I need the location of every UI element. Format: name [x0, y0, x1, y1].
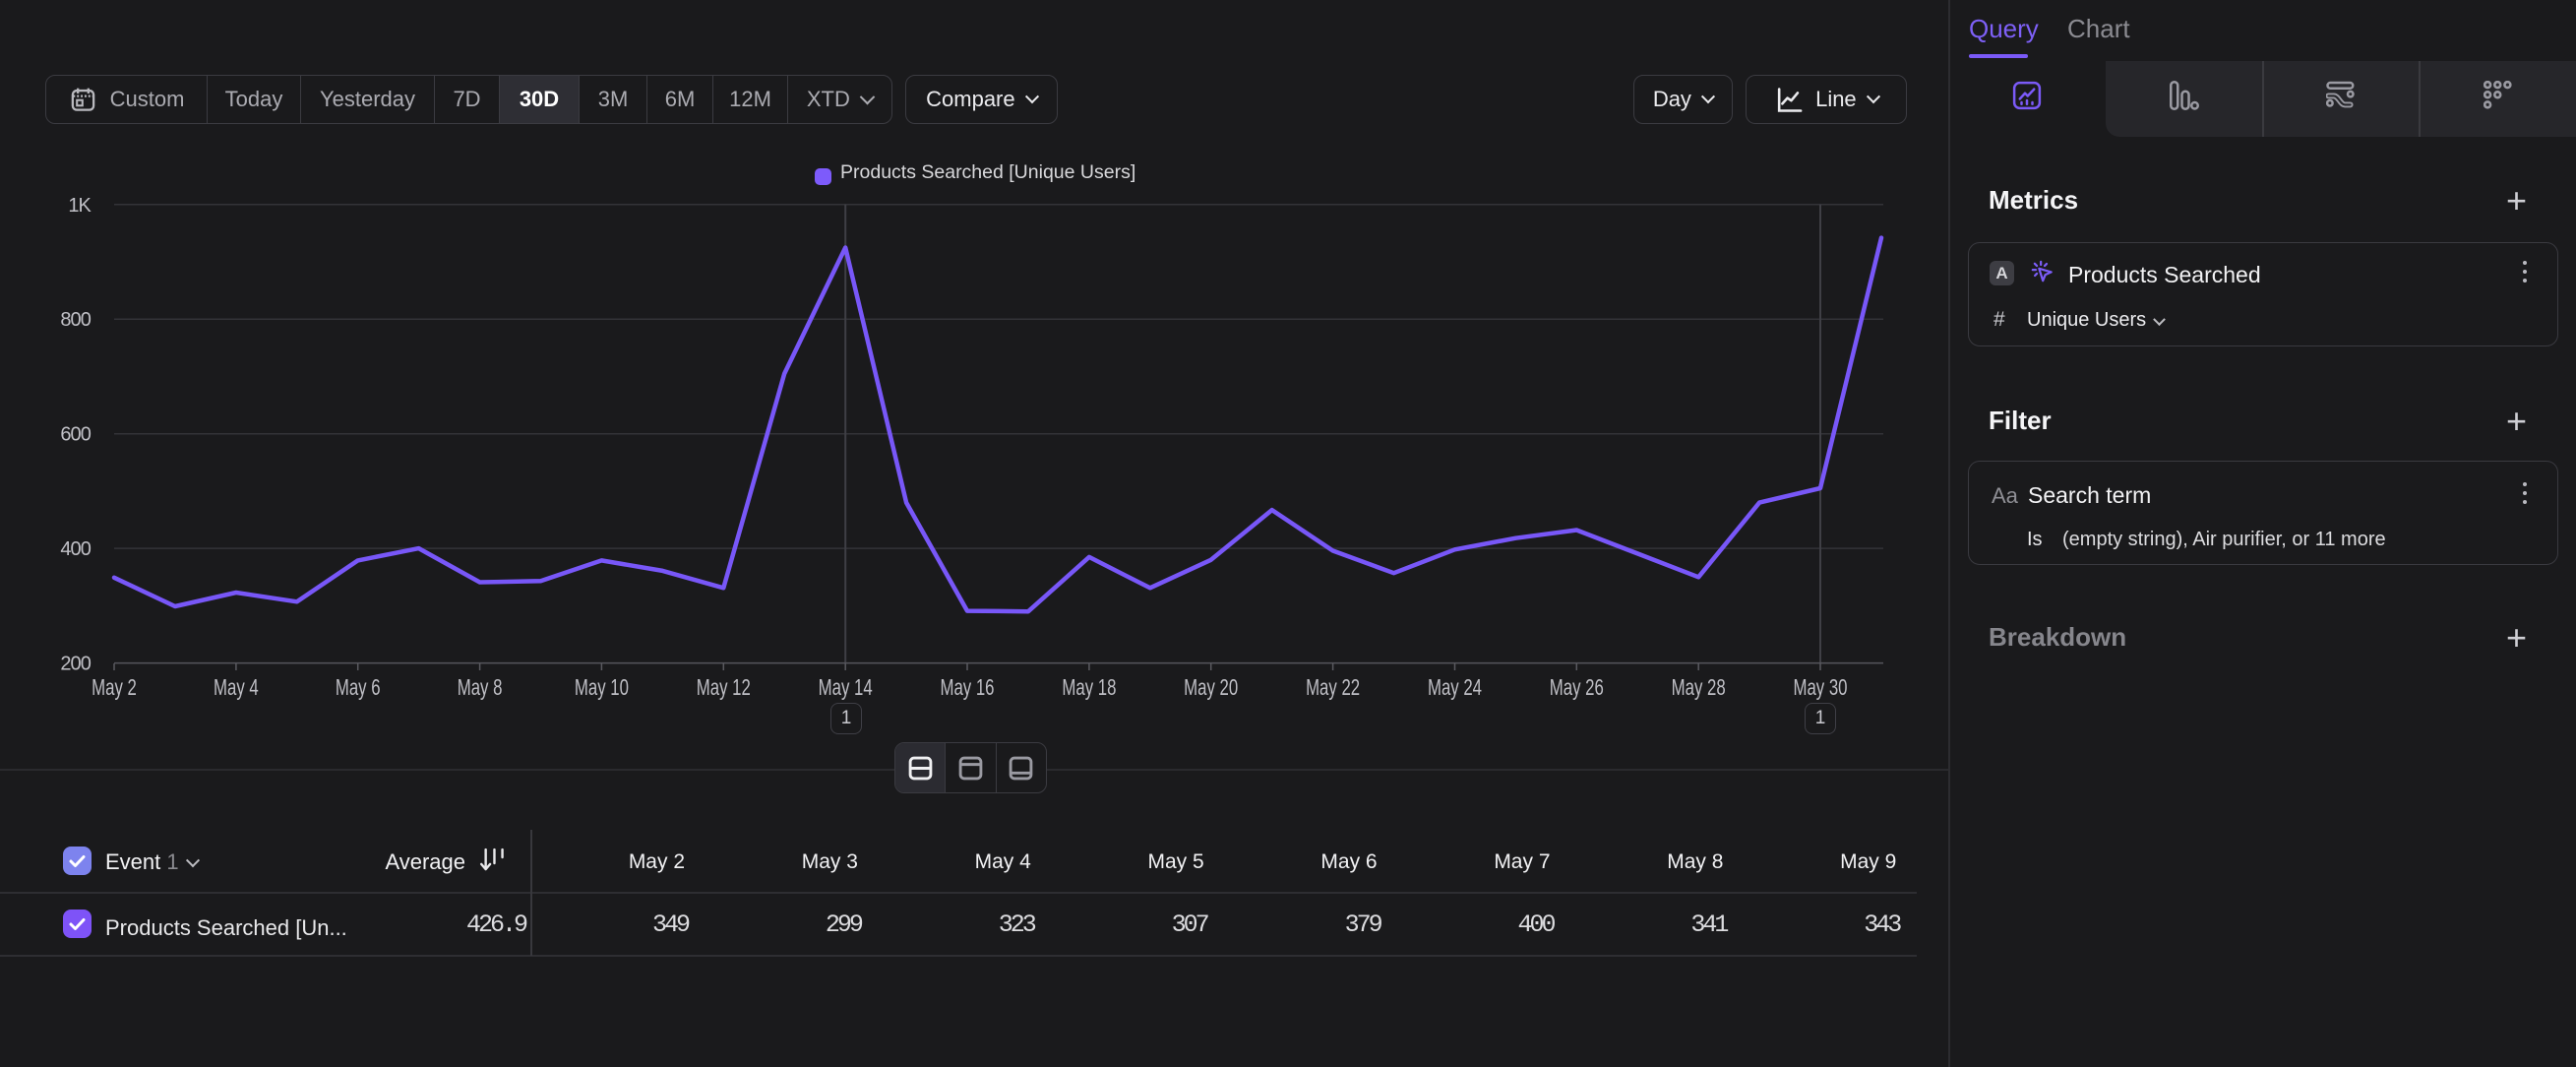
svg-text:200: 200: [60, 654, 91, 675]
svg-text:800: 800: [60, 309, 91, 331]
svg-text:May 6: May 6: [336, 676, 381, 701]
svg-text:May 18: May 18: [1062, 676, 1116, 701]
svg-text:1K: 1K: [68, 195, 92, 217]
svg-text:May 24: May 24: [1428, 676, 1482, 701]
svg-text:May 10: May 10: [575, 676, 629, 701]
svg-text:600: 600: [60, 424, 91, 446]
svg-text:May 8: May 8: [458, 676, 503, 701]
svg-text:May 16: May 16: [940, 676, 994, 701]
svg-text:May 28: May 28: [1672, 676, 1726, 701]
svg-text:May 30: May 30: [1793, 676, 1847, 701]
svg-text:May 14: May 14: [819, 676, 873, 701]
svg-text:May 22: May 22: [1306, 676, 1360, 701]
svg-text:May 4: May 4: [214, 676, 259, 701]
svg-text:400: 400: [60, 538, 91, 560]
svg-text:May 20: May 20: [1184, 676, 1238, 701]
svg-text:May 26: May 26: [1550, 676, 1604, 701]
svg-text:May 2: May 2: [92, 676, 137, 701]
svg-text:May 12: May 12: [697, 676, 751, 701]
